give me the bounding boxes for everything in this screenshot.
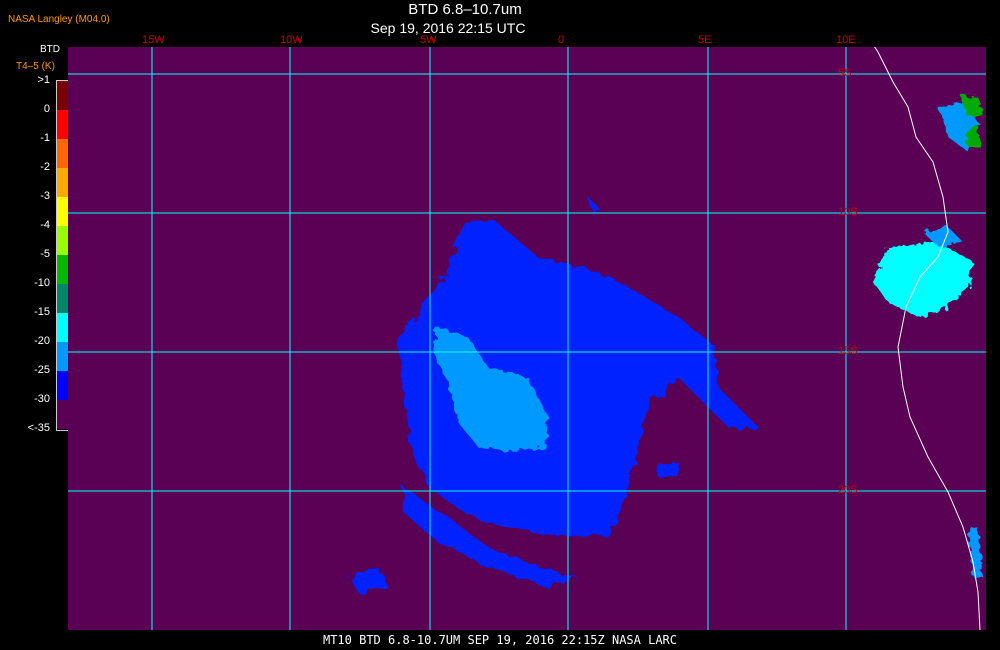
map-panel [68, 47, 986, 630]
legend-tick-label: -2 [40, 161, 50, 173]
cloud-blue-region [348, 197, 758, 592]
legend-units: T4–5 (K) [16, 61, 55, 72]
legend-tick-label: -20 [34, 335, 50, 347]
longitude-label: 5E [698, 34, 712, 46]
legend-tick-label: -1 [40, 132, 50, 144]
legend-tick-label: -5 [40, 248, 50, 260]
latitude-label: 5S [838, 67, 852, 79]
longitude-label: 10W [280, 34, 303, 46]
legend-tick-label: -3 [40, 190, 50, 202]
latitude-label: 10S [838, 206, 858, 218]
legend-title: BTD [40, 44, 60, 55]
map-canvas [68, 47, 986, 630]
legend-tick-label: <-35 [27, 422, 50, 434]
status-footer: MT10 BTD 6.8-10.7UM SEP 19, 2016 22:15Z … [0, 630, 1000, 650]
legend-tick-label: -4 [40, 219, 50, 231]
cloud-coastal-patches [873, 95, 983, 577]
latitude-label: 20S [838, 484, 858, 496]
map-title: BTD 6.8–10.7um [408, 1, 522, 18]
longitude-label: 0 [558, 34, 565, 46]
legend-tick-label: -25 [34, 364, 50, 376]
legend-tick-label: >1 [37, 74, 50, 86]
longitude-label: 15W [142, 34, 165, 46]
legend-tick-label: -15 [34, 306, 50, 318]
latitude-label: 15S [838, 345, 858, 357]
longitude-label: 10E [836, 34, 856, 46]
legend-tick-label: 0 [43, 103, 50, 115]
legend-tick-label: -10 [34, 277, 50, 289]
legend-tick-label: -30 [34, 393, 50, 405]
longitude-label: 5W [420, 34, 437, 46]
